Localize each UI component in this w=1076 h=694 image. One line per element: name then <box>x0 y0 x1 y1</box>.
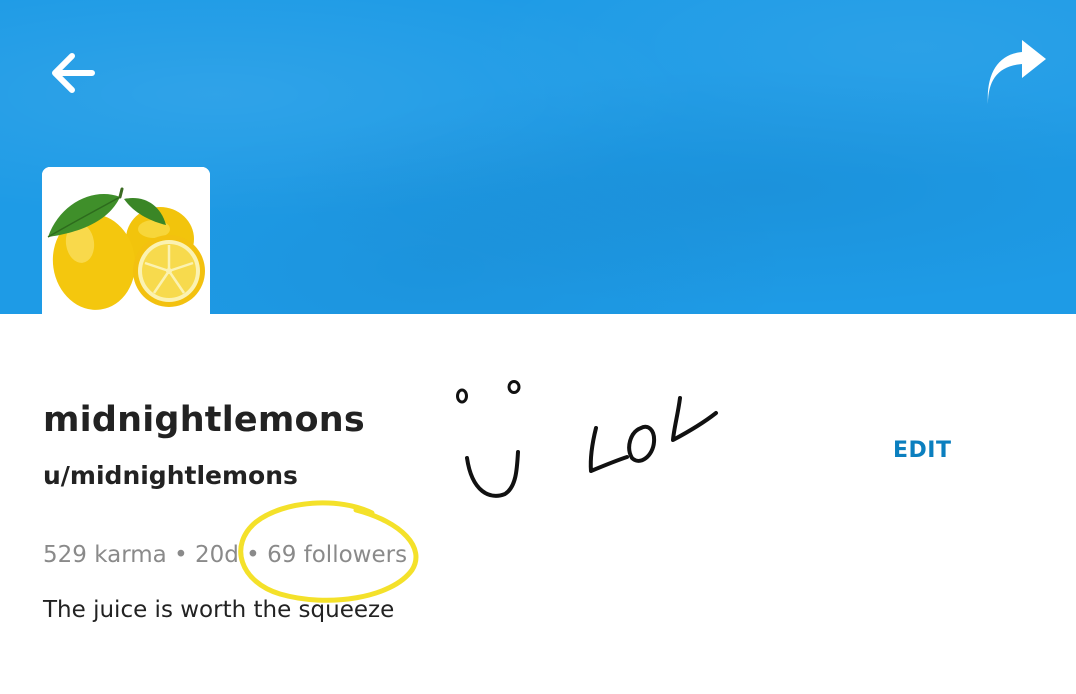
account-age: 20d <box>194 542 239 568</box>
stats-separator: • <box>174 542 188 568</box>
username: u/midnightlemons <box>43 461 298 490</box>
back-arrow-icon[interactable] <box>46 48 98 98</box>
doodle-letter-l <box>588 426 629 473</box>
doodle-eye-right <box>507 380 521 394</box>
lemons-icon <box>42 167 210 314</box>
followers-count[interactable]: 69 followers <box>267 542 407 568</box>
avatar[interactable] <box>42 167 210 314</box>
profile-screen: midnightlemons u/midnightlemons 529 karm… <box>0 0 1076 694</box>
karma-count: 529 karma <box>43 542 167 568</box>
doodle-letter-l <box>671 396 718 442</box>
stats-separator: • <box>246 542 260 568</box>
edit-profile-button[interactable]: EDIT <box>893 438 951 463</box>
profile-bio: The juice is worth the squeeze <box>43 597 395 623</box>
doodle-letter-o <box>627 424 657 463</box>
doodle-mouth <box>465 450 520 498</box>
doodle-eye-left <box>456 388 468 404</box>
display-name: midnightlemons <box>43 400 365 440</box>
profile-stats: 529 karma • 20d • 69 followers <box>43 542 407 568</box>
share-arrow-icon[interactable] <box>984 40 1048 104</box>
